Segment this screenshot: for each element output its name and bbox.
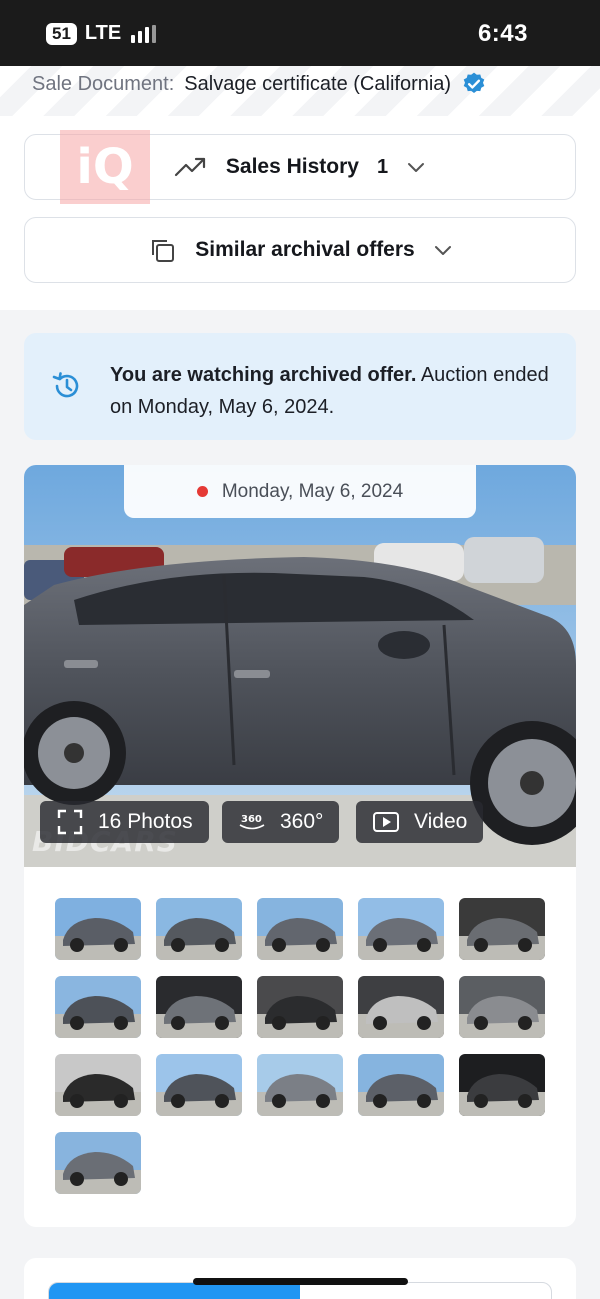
photos-count-label: 16 Photos (98, 810, 193, 833)
auction-date: Monday, May 6, 2024 (221, 480, 404, 502)
photos-button[interactable]: 16 Photos (40, 801, 209, 843)
thumbnail-grid (55, 898, 545, 1194)
sale-document-strip: Sale Document: Salvage certificate (Cali… (0, 66, 600, 116)
thumbnail-image (156, 898, 242, 960)
auction-date-pill: Monday, May 6, 2024 (124, 465, 476, 518)
video-label: Video (414, 810, 468, 833)
thumbnail-image (459, 898, 545, 960)
360-icon: 360 (239, 814, 265, 830)
chevron-down-icon (434, 246, 451, 255)
thumbnail-image (257, 976, 343, 1038)
status-badge: 51 (46, 22, 77, 45)
iq-logo-text: iQ (76, 139, 134, 195)
thumbnail-rear-left[interactable] (358, 1054, 444, 1116)
status-bar: 51 LTE 6:43 (0, 0, 600, 66)
svg-text:360: 360 (241, 814, 262, 825)
thumbnail-rear-right[interactable] (358, 898, 444, 960)
thumbnail-image (459, 976, 545, 1038)
thumbnail-rear-damaged[interactable] (55, 1132, 141, 1194)
sale-document-label: Sale Document: (32, 72, 175, 95)
thumbnail-interior-front[interactable] (459, 898, 545, 960)
progress-fill (49, 1283, 300, 1299)
video-button[interactable]: Video (356, 801, 484, 843)
thumbnail-dashboard-cluster[interactable] (156, 976, 242, 1038)
video-icon (373, 812, 399, 832)
thumbnail-image (156, 1054, 242, 1116)
archive-notice: You are watching archived offer. Auction… (24, 333, 576, 440)
sales-history-count: 1 (376, 155, 389, 178)
thumbnail-side-left[interactable] (257, 1054, 343, 1116)
similar-offers-label: Similar archival offers (195, 238, 415, 261)
archive-notice-text: You are watching archived offer. Auction… (110, 359, 550, 423)
home-indicator (193, 1278, 408, 1285)
thumbnail-image (257, 1054, 343, 1116)
sale-document-value: Salvage certificate (California) (184, 72, 452, 95)
thumbnail-front-view[interactable] (156, 1054, 242, 1116)
main-photo[interactable]: Monday, May 6, 2024 BIDCARS 16 Photos 36… (24, 465, 576, 867)
thumbnail-rear-seats[interactable] (257, 976, 343, 1038)
thumbnail-front-left-angle[interactable] (156, 898, 242, 960)
trending-up-icon (174, 157, 205, 177)
sales-history-label: Sales History (225, 155, 359, 178)
history-icon (52, 372, 79, 398)
thumbnail-image (55, 898, 141, 960)
sale-document-row: Sale Document: Salvage certificate (Cali… (32, 71, 487, 97)
archive-notice-bold: You are watching archived offer. (110, 364, 417, 386)
thumbnail-image (257, 898, 343, 960)
view-360-label: 360° (280, 810, 324, 833)
thumbnail-vin-label[interactable] (358, 976, 444, 1038)
status-dot-icon (196, 486, 208, 497)
thumbnail-instrument-cluster[interactable] (459, 1054, 545, 1116)
status-time: 6:43 (477, 20, 528, 47)
thumbnail-image (156, 976, 242, 1038)
thumbnail-key-fob[interactable] (55, 1054, 141, 1116)
thumbnail-image (55, 1054, 141, 1116)
thumbnail-front-left[interactable] (55, 898, 141, 960)
thumbnail-image (459, 1054, 545, 1116)
network-label: LTE (84, 22, 122, 44)
chevron-down-icon (408, 163, 425, 172)
thumbnail-image (358, 976, 444, 1038)
gallery-card: Monday, May 6, 2024 BIDCARS 16 Photos 36… (24, 465, 576, 1227)
thumbnail-image (55, 976, 141, 1038)
thumbnail-image (358, 898, 444, 960)
similar-offers-button[interactable]: Similar archival offers (24, 217, 576, 283)
thumbnail-rear-damage[interactable] (55, 976, 141, 1038)
signal-icon (131, 24, 157, 43)
copy-icon (152, 240, 175, 262)
iq-logo: iQ (60, 130, 150, 204)
thumbnail-engine-bay[interactable] (459, 976, 545, 1038)
thumbnail-image (358, 1054, 444, 1116)
verified-icon (463, 72, 485, 93)
view-360-button[interactable]: 360 360° (222, 801, 340, 843)
thumbnail-image (55, 1132, 141, 1194)
fullscreen-icon (57, 809, 83, 835)
status-left: 51 LTE (46, 22, 157, 45)
thumbnail-front-right[interactable] (257, 898, 343, 960)
